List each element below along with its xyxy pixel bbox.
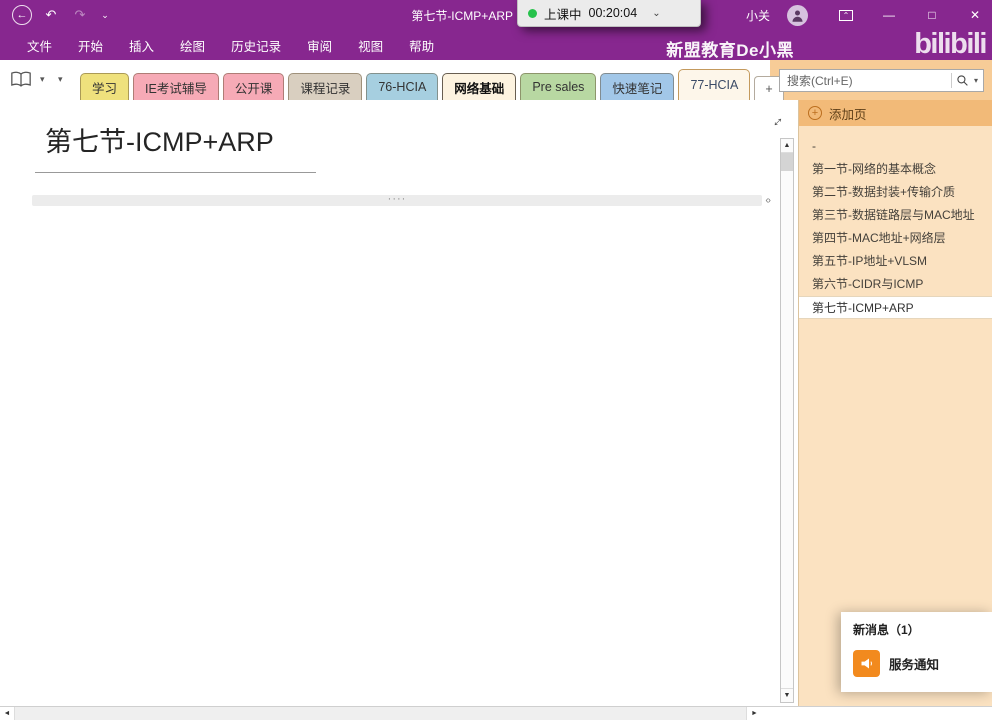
page-list-item[interactable]: 第一节-网络的基本概念 [799,158,992,181]
page-list: - 第一节-网络的基本概念 第二节-数据封装+传输介质 第三节-数据链路层与MA… [799,126,992,319]
timer-status: 上课中 [544,7,582,22]
page-list-item-selected[interactable]: 第七节-ICMP+ARP [799,296,992,319]
section-tab-ie-exam[interactable]: IE考试辅导 [133,73,219,100]
add-page-plus-icon: + [808,106,822,120]
vertical-scrollbar[interactable]: ▲ ▼ [780,138,794,703]
menu-help[interactable]: 帮助 [396,30,447,60]
add-page-label: 添加页 [829,107,867,122]
page-title[interactable]: 第七节-ICMP+ARP [45,120,274,159]
megaphone-icon [853,650,880,677]
section-tab-course-records[interactable]: 课程记录 [288,73,363,100]
notification-label: 服务通知 [889,658,940,672]
back-icon[interactable]: ← [12,5,32,25]
section-tab-study[interactable]: 学习 [80,73,130,100]
section-tabstrip: ▾ ▾ 学习 IE考试辅导 公开课 课程记录 76-HCIA 网络基础 Pre … [0,60,992,100]
section-tab-76-hcia[interactable]: 76-HCIA [366,73,439,100]
page-list-item[interactable]: 第六节-CIDR与ICMP [799,273,992,296]
section-tab-pre-sales[interactable]: Pre sales [520,73,597,100]
class-timer-overlay[interactable]: 上课中 00:20:04 ⌄ [517,0,701,27]
section-tab-77-hcia[interactable]: 77-HCIA [678,69,751,100]
add-page-button[interactable]: + 添加页 [799,100,992,126]
ribbon-menubar: 文件 开始 插入 绘图 历史记录 审阅 视图 帮助 [0,30,992,60]
fullscreen-expand-icon[interactable]: ↔ [765,109,788,132]
page-list-item[interactable]: - [799,135,992,158]
search-input[interactable] [780,73,951,88]
hscroll-thumb[interactable] [15,707,747,720]
horizontal-scrollbar[interactable]: ◄ ► [0,706,992,720]
close-button[interactable]: ✕ [958,0,992,30]
menu-file[interactable]: 文件 [14,30,65,60]
ribbon-display-options-button[interactable]: ⌃ [829,0,863,30]
redo-icon[interactable]: ↷ [70,5,90,25]
section-tab-network-basics[interactable]: 网络基础 [442,73,517,100]
scroll-left-icon[interactable]: ◄ [0,707,15,720]
page-list-item[interactable]: 第五节-IP地址+VLSM [799,250,992,273]
outline-resize-handle[interactable]: ‹› [765,195,771,206]
page-list-item[interactable]: 第二节-数据封装+传输介质 [799,181,992,204]
menu-insert[interactable]: 插入 [116,30,167,60]
section-tabs: 学习 IE考试辅导 公开课 课程记录 76-HCIA 网络基础 Pre sale… [80,69,788,100]
notification-popup[interactable]: 新消息（1） 服务通知 [841,612,992,692]
page-list-item[interactable]: 第三节-数据链路层与MAC地址 [799,204,992,227]
menu-home[interactable]: 开始 [65,30,116,60]
section-tab-open-class[interactable]: 公开课 [222,73,285,100]
window-title: 第七节-ICMP+ARP [411,8,513,23]
minimize-button[interactable]: — [872,0,906,30]
menu-draw[interactable]: 绘图 [167,30,218,60]
titlebar: ← ↶ ↷ ⌄ 第七节-ICMP+ARP 小关 ⌃ — □ ✕ [0,0,992,30]
user-name[interactable]: 小关 [746,7,770,24]
timer-chevron-icon[interactable]: ⌄ [652,8,660,19]
notebook-dropdown-icon[interactable]: ▾ [40,74,45,85]
recording-dot-icon [528,8,537,18]
maximize-button[interactable]: □ [915,0,949,30]
scroll-right-icon[interactable]: ► [747,707,762,720]
timer-time: 00:20:04 [588,6,638,20]
undo-icon[interactable]: ↶ [41,5,61,25]
person-icon [792,10,803,22]
outline-drag-handle[interactable]: ···· [32,193,762,206]
page-canvas[interactable]: ↔ 第七节-ICMP+ARP ···· ‹› ▲ ▼ [0,100,798,706]
ribbon-options-icon: ⌃ [839,9,853,21]
onenote-window: ← ↶ ↷ ⌄ 第七节-ICMP+ARP 小关 ⌃ — □ ✕ 上课中 00:2… [0,0,992,720]
scroll-up-icon[interactable]: ▲ [781,139,793,153]
search-scope-dropdown-icon[interactable]: ▾ [974,76,983,85]
section-tab-quick-notes[interactable]: 快速笔记 [600,73,675,100]
notification-item[interactable]: 服务通知 [853,650,980,677]
search-icon[interactable] [952,74,974,87]
title-underline [35,172,316,173]
menu-review[interactable]: 审阅 [294,30,345,60]
scroll-down-icon[interactable]: ▼ [781,688,793,702]
bilibili-logo: bilibili [914,28,987,60]
sections-dropdown-icon[interactable]: ▾ [58,74,63,85]
watermark-text: 新盟教育De小黑 [666,41,794,60]
avatar[interactable] [787,4,808,26]
search-box[interactable]: ▾ [779,69,984,92]
page-list-item[interactable]: 第四节-MAC地址+网络层 [799,227,992,250]
notebook-icon[interactable] [10,71,32,88]
quick-access-customize-icon[interactable]: ⌄ [99,5,111,25]
menu-history[interactable]: 历史记录 [218,30,294,60]
vscroll-thumb[interactable] [781,153,793,171]
menu-view[interactable]: 视图 [345,30,396,60]
notification-title: 新消息（1） [853,623,920,637]
outline-dots-icon: ···· [387,193,407,205]
